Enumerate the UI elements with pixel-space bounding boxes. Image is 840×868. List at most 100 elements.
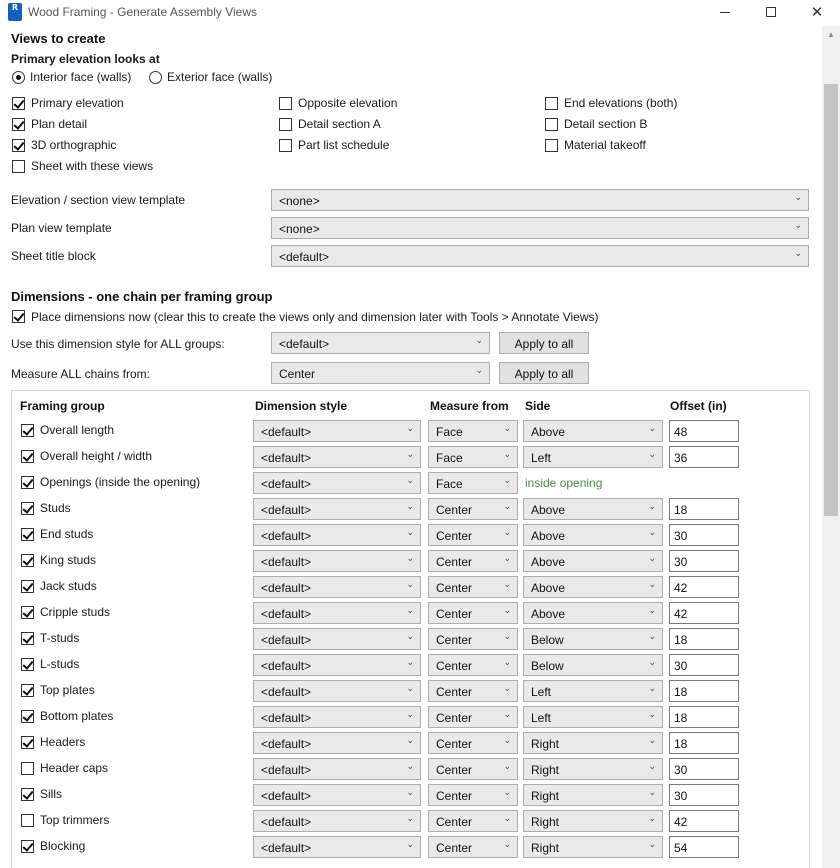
group-row-name[interactable]: Sills (40, 787, 62, 801)
group-row-checkbox[interactable] (21, 788, 34, 801)
group-row-name[interactable]: Top trimmers (40, 813, 109, 827)
group-row-checkbox[interactable] (21, 710, 34, 723)
group-row-checkbox[interactable] (21, 658, 34, 671)
group-row-name[interactable]: King studs (40, 553, 96, 567)
group-row-side-dropdown[interactable]: Right ⌄ (523, 836, 663, 858)
group-row-side-dropdown[interactable]: Above ⌄ (523, 524, 663, 546)
group-row-measure-dropdown[interactable]: Face ⌄ (428, 446, 518, 468)
group-row-style-dropdown[interactable]: <default> ⌄ (253, 602, 421, 624)
group-row-style-dropdown[interactable]: <default> ⌄ (253, 472, 421, 494)
checkbox-opposite-elevation[interactable] (279, 97, 292, 110)
radio-exterior-face-label[interactable]: Exterior face (walls) (167, 70, 272, 84)
group-row-checkbox[interactable] (21, 606, 34, 619)
group-row-name[interactable]: Headers (40, 735, 85, 749)
radio-exterior-face[interactable] (149, 71, 162, 84)
group-row-measure-dropdown[interactable]: Center ⌄ (428, 680, 518, 702)
group-row-offset-input[interactable]: 48 (669, 420, 739, 442)
checkbox-plan-detail[interactable] (12, 118, 25, 131)
group-row-measure-dropdown[interactable]: Face ⌄ (428, 420, 518, 442)
sheet-title-block-dropdown[interactable]: <default> ⌄ (271, 245, 809, 267)
group-row-checkbox[interactable] (21, 762, 34, 775)
checkbox-label-primary-elevation[interactable]: Primary elevation (31, 96, 124, 110)
group-row-style-dropdown[interactable]: <default> ⌄ (253, 550, 421, 572)
group-row-name[interactable]: Overall height / width (40, 449, 152, 463)
group-row-measure-dropdown[interactable]: Center ⌄ (428, 654, 518, 676)
checkbox-detail-section-b[interactable] (545, 118, 558, 131)
group-row-side-dropdown[interactable]: Right ⌄ (523, 732, 663, 754)
group-row-name[interactable]: Header caps (40, 761, 108, 775)
radio-interior-face-label[interactable]: Interior face (walls) (30, 70, 131, 84)
group-row-name[interactable]: L-studs (40, 657, 79, 671)
group-row-style-dropdown[interactable]: <default> ⌄ (253, 420, 421, 442)
group-row-checkbox[interactable] (21, 632, 34, 645)
close-button[interactable]: ✕ (794, 0, 840, 24)
group-row-checkbox[interactable] (21, 736, 34, 749)
group-row-style-dropdown[interactable]: <default> ⌄ (253, 654, 421, 676)
group-row-offset-input[interactable]: 30 (669, 550, 739, 572)
checkbox-material-takeoff[interactable] (545, 139, 558, 152)
group-row-name[interactable]: Studs (40, 501, 71, 515)
group-row-measure-dropdown[interactable]: Face ⌄ (428, 472, 518, 494)
group-row-checkbox[interactable] (21, 814, 34, 827)
group-row-measure-dropdown[interactable]: Center ⌄ (428, 732, 518, 754)
checkbox-label-detail-section-a[interactable]: Detail section A (298, 117, 381, 131)
apply-measure-to-all-button[interactable]: Apply to all (499, 362, 589, 384)
checkbox-detail-section-a[interactable] (279, 118, 292, 131)
group-row-measure-dropdown[interactable]: Center ⌄ (428, 602, 518, 624)
place-dimensions-label[interactable]: Place dimensions now (clear this to crea… (31, 310, 599, 324)
scroll-up-arrow-icon[interactable]: ▲ (826, 30, 836, 40)
group-row-style-dropdown[interactable]: <default> ⌄ (253, 836, 421, 858)
group-row-side-dropdown[interactable]: Below ⌄ (523, 654, 663, 676)
group-row-style-dropdown[interactable]: <default> ⌄ (253, 784, 421, 806)
checkbox-part-list-schedule[interactable] (279, 139, 292, 152)
group-row-measure-dropdown[interactable]: Center ⌄ (428, 810, 518, 832)
group-row-offset-input[interactable]: 18 (669, 628, 739, 650)
group-row-checkbox[interactable] (21, 684, 34, 697)
group-row-name[interactable]: Top plates (40, 683, 95, 697)
group-row-style-dropdown[interactable]: <default> ⌄ (253, 706, 421, 728)
group-row-checkbox[interactable] (21, 502, 34, 515)
group-row-style-dropdown[interactable]: <default> ⌄ (253, 810, 421, 832)
group-row-offset-input[interactable]: 30 (669, 654, 739, 676)
group-row-style-dropdown[interactable]: <default> ⌄ (253, 628, 421, 650)
group-row-name[interactable]: Blocking (40, 839, 85, 853)
group-row-side-dropdown[interactable]: Above ⌄ (523, 550, 663, 572)
group-row-offset-input[interactable]: 30 (669, 524, 739, 546)
group-row-offset-input[interactable]: 18 (669, 706, 739, 728)
group-row-offset-input[interactable]: 18 (669, 498, 739, 520)
group-row-checkbox[interactable] (21, 450, 34, 463)
group-row-measure-dropdown[interactable]: Center ⌄ (428, 836, 518, 858)
group-row-measure-dropdown[interactable]: Center ⌄ (428, 628, 518, 650)
group-row-checkbox[interactable] (21, 554, 34, 567)
scrollbar-thumb[interactable] (824, 84, 838, 516)
group-row-side-dropdown[interactable]: Left ⌄ (523, 446, 663, 468)
group-row-offset-input[interactable]: 30 (669, 758, 739, 780)
checkbox-label-end-elevations-both[interactable]: End elevations (both) (564, 96, 677, 110)
group-row-style-dropdown[interactable]: <default> ⌄ (253, 732, 421, 754)
minimize-button[interactable] (702, 0, 748, 24)
place-dimensions-checkbox[interactable] (12, 310, 25, 323)
radio-interior-face[interactable] (12, 71, 25, 84)
group-row-style-dropdown[interactable]: <default> ⌄ (253, 680, 421, 702)
checkbox-label-part-list-schedule[interactable]: Part list schedule (298, 138, 389, 152)
checkbox-primary-elevation[interactable] (12, 97, 25, 110)
group-row-side-dropdown[interactable]: Above ⌄ (523, 576, 663, 598)
group-row-offset-input[interactable]: 18 (669, 680, 739, 702)
maximize-button[interactable] (748, 0, 794, 24)
group-row-measure-dropdown[interactable]: Center ⌄ (428, 550, 518, 572)
group-row-name[interactable]: Bottom plates (40, 709, 113, 723)
checkbox-label-sheet-with-these-views[interactable]: Sheet with these views (31, 159, 153, 173)
checkbox-label-plan-detail[interactable]: Plan detail (31, 117, 87, 131)
group-row-side-dropdown[interactable]: Right ⌄ (523, 810, 663, 832)
group-row-checkbox[interactable] (21, 840, 34, 853)
group-row-measure-dropdown[interactable]: Center ⌄ (428, 706, 518, 728)
group-row-measure-dropdown[interactable]: Center ⌄ (428, 758, 518, 780)
group-row-offset-input[interactable]: 18 (669, 732, 739, 754)
group-row-side-dropdown[interactable]: Right ⌄ (523, 758, 663, 780)
group-row-checkbox[interactable] (21, 476, 34, 489)
group-row-offset-input[interactable]: 36 (669, 446, 739, 468)
group-row-checkbox[interactable] (21, 528, 34, 541)
group-row-side-dropdown[interactable]: Above ⌄ (523, 498, 663, 520)
group-row-name[interactable]: Openings (inside the opening) (40, 475, 200, 489)
group-row-side-dropdown[interactable]: Left ⌄ (523, 706, 663, 728)
